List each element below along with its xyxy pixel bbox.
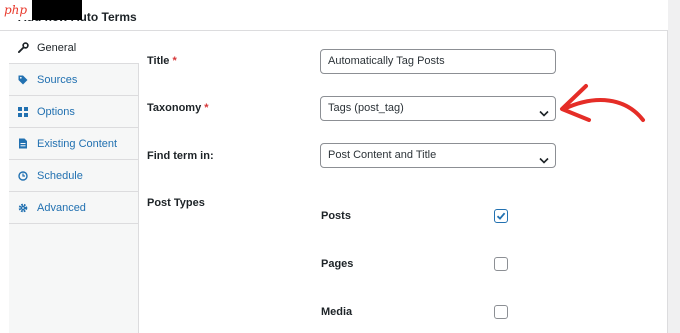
sidebar-item-sources[interactable]: Sources — [9, 64, 138, 96]
site-logo: php — [0, 0, 82, 20]
post-types-label: Post Types — [147, 197, 205, 209]
posts-checkbox[interactable] — [494, 209, 508, 223]
chevron-down-icon — [539, 151, 549, 174]
sidebar-item-label: General — [37, 41, 77, 54]
taxonomy-select[interactable]: Tags (post_tag) — [320, 96, 556, 121]
required-marker: * — [172, 55, 177, 67]
grid-icon — [18, 106, 34, 117]
logo-block — [32, 0, 82, 20]
document-icon — [18, 138, 34, 149]
sidebar-item-existing-content[interactable]: Existing Content — [9, 128, 138, 160]
annotation-arrow-icon — [560, 84, 645, 122]
media-checkbox[interactable] — [494, 305, 508, 319]
settings-sidebar: General Sources Options Existing Content… — [9, 32, 139, 333]
post-type-posts-label: Posts — [321, 210, 351, 222]
gear-icon — [18, 203, 34, 213]
find-term-label: Find term in: — [147, 150, 214, 162]
sidebar-item-options[interactable]: Options — [9, 96, 138, 128]
sidebar-item-schedule[interactable]: Schedule — [9, 160, 138, 192]
sidebar-item-advanced[interactable]: Advanced — [9, 192, 138, 224]
chevron-down-icon — [539, 104, 549, 127]
sidebar-item-label: Existing Content — [37, 137, 118, 150]
find-term-select[interactable]: Post Content and Title — [320, 143, 556, 168]
sidebar-item-general[interactable]: General — [9, 32, 139, 64]
sidebar-item-label: Advanced — [37, 201, 86, 214]
sidebar-item-label: Options — [37, 105, 75, 118]
post-type-pages-label: Pages — [321, 258, 354, 270]
taxonomy-label: Taxonomy * — [147, 102, 209, 114]
sidebar-item-label: Sources — [37, 73, 78, 86]
panel-header: Add new Auto Terms — [0, 0, 668, 31]
sidebar-item-label: Schedule — [37, 169, 83, 182]
tag-icon — [18, 75, 34, 85]
taxonomy-value: Tags (post_tag) — [328, 102, 404, 114]
title-label: Title * — [147, 55, 177, 67]
clock-icon — [18, 170, 34, 181]
post-type-media-label: Media — [321, 306, 353, 318]
required-marker: * — [204, 102, 209, 114]
wrench-icon — [18, 42, 34, 53]
checkmark-icon — [496, 212, 506, 220]
title-input[interactable]: Automatically Tag Posts — [320, 49, 556, 74]
pages-checkbox[interactable] — [494, 257, 508, 271]
logo-text: php — [0, 0, 32, 20]
find-term-value: Post Content and Title — [328, 149, 437, 161]
